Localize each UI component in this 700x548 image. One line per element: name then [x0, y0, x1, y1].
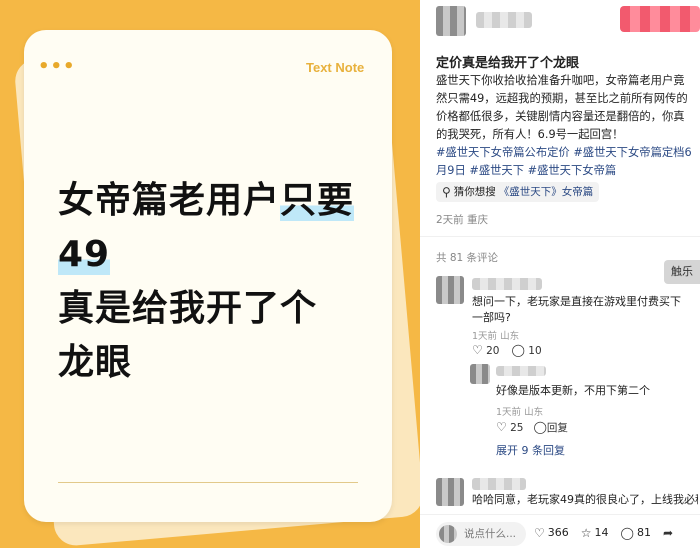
note-image: ••• Text Note 女帝篇老用户只要 49 真是给我开了个 龙眼: [0, 0, 420, 548]
search-icon: ⚲: [442, 185, 451, 199]
star-icon: ☆: [580, 525, 592, 540]
follow-button[interactable]: [620, 6, 700, 32]
headline-price: 49: [58, 234, 111, 275]
reply-reply-button[interactable]: ◯回复: [533, 420, 567, 435]
heart-icon: ♡: [496, 420, 507, 434]
comment-input-placeholder: 说点什么...: [464, 528, 517, 540]
author-avatar[interactable]: [436, 6, 466, 36]
reply-avatar[interactable]: [470, 364, 490, 384]
comment-reply-button[interactable]: ◯ 10: [511, 344, 541, 357]
dots-decoration: •••: [38, 56, 76, 77]
comment-actions: ♡ 20 ◯ 10: [472, 344, 542, 357]
comment-like-button[interactable]: ♡ 20: [472, 344, 499, 357]
chat-bubble-icon: ◯: [620, 525, 634, 540]
comment-username[interactable]: [472, 478, 526, 490]
expand-replies-link[interactable]: 展开 9 条回复: [496, 442, 565, 458]
comment-count: 共 81 条评论: [436, 252, 499, 264]
chat-bubble-icon: ◯: [511, 343, 525, 357]
like-count: 20: [486, 345, 500, 357]
post-panel: 定价真是给我开了个龙眼 盛世天下你收拾收拾准备升咖吧，女帝篇老用户竟然只需49，…: [420, 0, 700, 548]
heart-icon: ♡: [534, 525, 545, 540]
comment-avatar[interactable]: [436, 478, 464, 506]
author-name[interactable]: [476, 12, 532, 28]
like-count: 366: [547, 526, 569, 539]
chat-bubble-icon: ◯: [533, 420, 547, 434]
reply-count: 10: [528, 345, 542, 357]
share-button[interactable]: ➦: [663, 527, 673, 539]
comment-text: 哈哈同意，老玩家49真的很良心了，上线我必秒: [472, 493, 698, 506]
reply-like-button[interactable]: ♡ 25: [496, 421, 523, 434]
comment-count-bottom: 81: [636, 526, 651, 539]
like-count: 25: [510, 422, 524, 434]
reply-meta: 1天前 山东: [496, 407, 544, 418]
divider: [420, 236, 700, 237]
post-body: 盛世天下你收拾收拾准备升咖吧，女帝篇老用户竟然只需49，远超我的预期，甚至比之前…: [436, 72, 694, 180]
comment-meta: 1天前 山东: [472, 331, 520, 342]
search-keyword: 《盛世天下》女帝篇: [498, 186, 594, 198]
comment-text: 想问一下，老玩家是直接在游戏里付费买下一部吗?: [472, 295, 681, 324]
comment-avatar[interactable]: [436, 276, 464, 304]
post-actions: ♡ 366 ☆ 14 ◯ 81 ➦: [534, 526, 673, 539]
headline-line3: 真是给我开了个: [58, 288, 318, 329]
headline-line1: 女帝篇老用户: [58, 180, 281, 221]
related-search-chip[interactable]: ⚲ 猜你想搜 《盛世天下》女帝篇: [436, 182, 600, 202]
reply-username[interactable]: [496, 366, 546, 376]
heart-icon: ♡: [472, 343, 483, 357]
side-tab[interactable]: 触乐: [664, 260, 700, 284]
reply-label: 回复: [546, 422, 568, 434]
comment-input[interactable]: 说点什么...: [436, 522, 526, 546]
comment-username[interactable]: [472, 278, 542, 290]
favorite-button[interactable]: ☆ 14: [581, 526, 609, 539]
post-title: 定价真是给我开了个龙眼: [436, 56, 580, 71]
headline-highlight: 只要: [280, 180, 355, 221]
post-hashtags[interactable]: #盛世天下女帝篇公布定价 #盛世天下女帝篇定档6月9日 #盛世天下 #盛世天下女…: [436, 146, 692, 177]
post-meta: 2天前 重庆: [436, 214, 489, 226]
note-headline: 女帝篇老用户只要 49 真是给我开了个 龙眼: [58, 174, 388, 390]
reply-text: 好像是版本更新，不用下第二个: [496, 384, 650, 397]
note-tag: Text Note: [306, 60, 365, 75]
post-body-text: 盛世天下你收拾收拾准备升咖吧，女帝篇老用户竟然只需49，远超我的预期，甚至比之前…: [436, 74, 688, 141]
headline-line4: 龙眼: [58, 342, 133, 383]
comment-button[interactable]: ◯ 81: [621, 526, 651, 539]
bottom-action-bar: 说点什么... ♡ 366 ☆ 14 ◯ 81 ➦: [420, 514, 700, 548]
search-prefix: 猜你想搜: [453, 186, 496, 198]
user-avatar: [439, 525, 457, 543]
card-divider: [58, 482, 358, 483]
reply-actions: ♡ 25 ◯回复: [496, 420, 568, 435]
share-icon: ➦: [662, 525, 674, 540]
like-button[interactable]: ♡ 366: [534, 526, 569, 539]
favorite-count: 14: [594, 526, 609, 539]
